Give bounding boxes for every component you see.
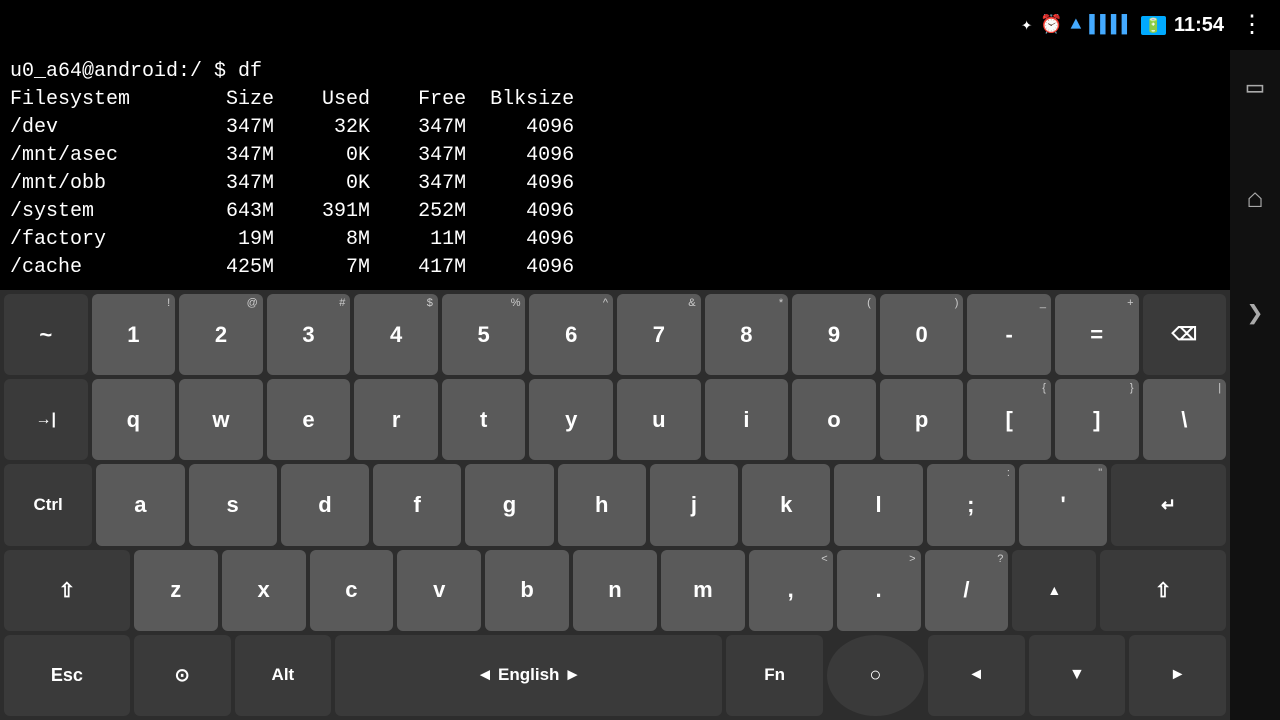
key-u[interactable]: u xyxy=(617,379,701,460)
key-slash[interactable]: ?/ xyxy=(925,550,1009,631)
right-arrow-icon[interactable]: ❯ xyxy=(1247,296,1264,331)
key-language[interactable]: ◄ English ► xyxy=(335,635,722,716)
key-i[interactable]: i xyxy=(705,379,789,460)
key-down-arrow[interactable]: ▼ xyxy=(1029,635,1126,716)
keyboard-row-5: Esc ⊙ Alt ◄ English ► Fn ○ ◄ ▼ ► xyxy=(4,635,1226,716)
key-7[interactable]: &7 xyxy=(617,294,701,375)
key-home-circle[interactable]: ○ xyxy=(827,635,924,716)
key-v[interactable]: v xyxy=(397,550,481,631)
key-s[interactable]: s xyxy=(189,464,277,545)
key-a[interactable]: a xyxy=(96,464,184,545)
key-8[interactable]: *8 xyxy=(705,294,789,375)
status-bar: ✦ ⏰ ▲ ▌▌▌▌ 🔋 11:54 ⋮ xyxy=(0,0,1280,50)
key-e[interactable]: e xyxy=(267,379,351,460)
key-o[interactable]: o xyxy=(792,379,876,460)
status-time: 11:54 xyxy=(1174,14,1224,37)
key-quote[interactable]: "' xyxy=(1019,464,1107,545)
key-l[interactable]: l xyxy=(834,464,922,545)
key-c[interactable]: c xyxy=(310,550,394,631)
key-y[interactable]: y xyxy=(529,379,613,460)
keyboard-row-2: →| q w e r t y u i o p {[ }] |\ xyxy=(4,379,1226,460)
key-d[interactable]: d xyxy=(281,464,369,545)
key-lbracket[interactable]: {[ xyxy=(967,379,1051,460)
terminal-output: u0_a64@android:/ $ df Filesystem Size Us… xyxy=(0,50,1230,290)
key-x[interactable]: x xyxy=(222,550,306,631)
key-enter[interactable]: ↵ xyxy=(1111,464,1226,545)
key-right-arrow[interactable]: ► xyxy=(1129,635,1226,716)
right-bar: ▭ ⌂ ❯ xyxy=(1230,50,1280,720)
keyboard-row-1: ~ !1 @2 #3 $4 %5 ^6 &7 *8 (9 )0 _- += ⌫ xyxy=(4,294,1226,375)
key-n[interactable]: n xyxy=(573,550,657,631)
key-j[interactable]: j xyxy=(650,464,738,545)
keyboard-row-4: ⇧ z x c v b n m <, >. ?/ ▲ ⇧ xyxy=(4,550,1226,631)
key-3[interactable]: #3 xyxy=(267,294,351,375)
key-w[interactable]: w xyxy=(179,379,263,460)
key-1[interactable]: !1 xyxy=(92,294,176,375)
key-r[interactable]: r xyxy=(354,379,438,460)
key-h[interactable]: h xyxy=(558,464,646,545)
key-backslash[interactable]: |\ xyxy=(1143,379,1227,460)
right-home-icon[interactable]: ⌂ xyxy=(1247,185,1264,216)
more-icon[interactable]: ⋮ xyxy=(1240,10,1264,40)
key-minus[interactable]: _- xyxy=(967,294,1051,375)
key-z[interactable]: z xyxy=(134,550,218,631)
key-shift-right[interactable]: ⇧ xyxy=(1100,550,1226,631)
key-settings[interactable]: ⊙ xyxy=(134,635,231,716)
key-alt[interactable]: Alt xyxy=(235,635,332,716)
alarm-icon: ⏰ xyxy=(1040,14,1062,36)
key-ctrl[interactable]: Ctrl xyxy=(4,464,92,545)
key-fn[interactable]: Fn xyxy=(726,635,823,716)
key-tab[interactable]: →| xyxy=(4,379,88,460)
key-shift-left[interactable]: ⇧ xyxy=(4,550,130,631)
key-6[interactable]: ^6 xyxy=(529,294,613,375)
key-5[interactable]: %5 xyxy=(442,294,526,375)
key-equals[interactable]: += xyxy=(1055,294,1139,375)
key-0[interactable]: )0 xyxy=(880,294,964,375)
signal-icon: ▌▌▌▌ xyxy=(1089,15,1132,35)
battery-icon: 🔋 xyxy=(1141,16,1166,35)
key-9[interactable]: (9 xyxy=(792,294,876,375)
key-tilde[interactable]: ~ xyxy=(4,294,88,375)
key-b[interactable]: b xyxy=(485,550,569,631)
keyboard-row-3: Ctrl a s d f g h j k l :; "' ↵ xyxy=(4,464,1226,545)
key-backspace[interactable]: ⌫ xyxy=(1143,294,1227,375)
key-4[interactable]: $4 xyxy=(354,294,438,375)
key-k[interactable]: k xyxy=(742,464,830,545)
key-up-arrow[interactable]: ▲ xyxy=(1012,550,1096,631)
key-semicolon[interactable]: :; xyxy=(927,464,1015,545)
key-g[interactable]: g xyxy=(465,464,553,545)
wifi-icon: ▲ xyxy=(1070,15,1081,35)
key-2[interactable]: @2 xyxy=(179,294,263,375)
keyboard: ~ !1 @2 #3 $4 %5 ^6 &7 *8 (9 )0 _- += ⌫ … xyxy=(0,290,1230,720)
bluetooth-icon: ✦ xyxy=(1021,14,1032,36)
key-rbracket[interactable]: }] xyxy=(1055,379,1139,460)
key-esc[interactable]: Esc xyxy=(4,635,130,716)
key-q[interactable]: q xyxy=(92,379,176,460)
key-left-arrow[interactable]: ◄ xyxy=(928,635,1025,716)
key-period[interactable]: >. xyxy=(837,550,921,631)
key-comma[interactable]: <, xyxy=(749,550,833,631)
key-t[interactable]: t xyxy=(442,379,526,460)
right-window-icon[interactable]: ▭ xyxy=(1247,70,1264,105)
key-f[interactable]: f xyxy=(373,464,461,545)
key-p[interactable]: p xyxy=(880,379,964,460)
key-m[interactable]: m xyxy=(661,550,745,631)
